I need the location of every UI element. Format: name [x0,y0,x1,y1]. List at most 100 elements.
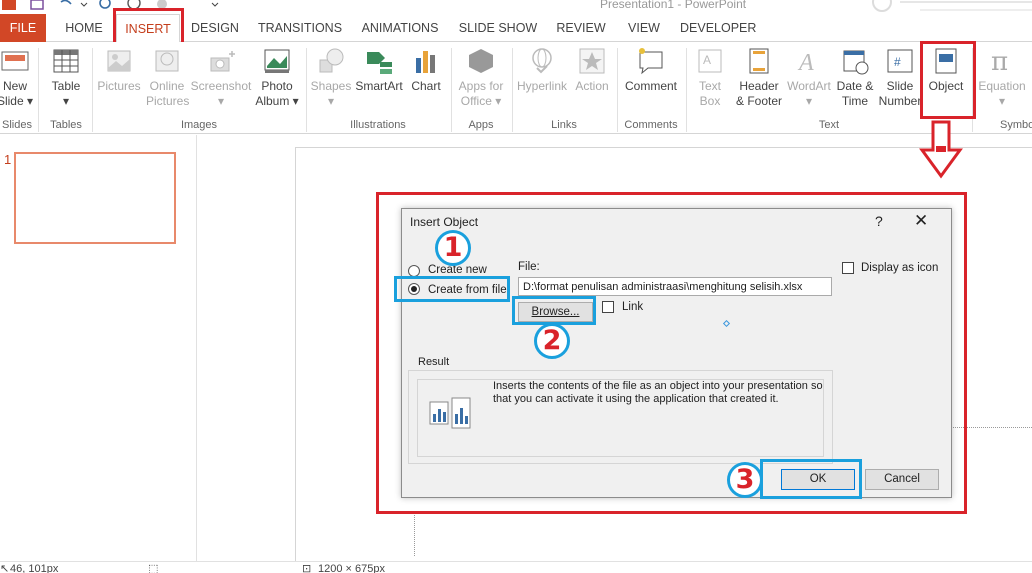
step-3-marker: 3 [727,462,763,498]
action-icon [579,48,605,74]
online-pictures-icon [155,50,179,72]
svg-text:#: # [894,55,901,69]
new-slide-button[interactable]: New Slide ▾ [0,46,34,109]
date-time-button[interactable]: Date & Time [834,46,876,109]
group-label-illustrations: Illustrations [350,119,406,131]
tab-developer[interactable]: DEVELOPER [680,14,756,42]
text-box-button[interactable]: A Text Box [692,46,728,109]
window-title: Presentation1 - PowerPoint [600,0,747,11]
powerpoint-logo-icon [2,0,16,10]
slide-number-icon: # [887,49,913,73]
table-icon [53,49,79,73]
tab-review[interactable]: REVIEW [554,14,608,42]
group-separator [306,48,307,132]
customize-qat-dropdown-icon[interactable] [210,0,220,10]
dialog-title: Insert Object [410,215,479,229]
svg-text:π: π [991,47,1008,76]
comment-button[interactable]: Comment [622,46,680,94]
tab-design[interactable]: DESIGN [190,14,240,42]
pictures-icon [107,50,131,72]
save-icon[interactable] [30,0,44,10]
tab-slide-show[interactable]: SLIDE SHOW [458,14,538,42]
action-button[interactable]: Action [572,46,612,94]
undo-dropdown-icon[interactable] [80,0,88,10]
tab-view[interactable]: VIEW [624,14,664,42]
group-label-images: Images [180,119,218,131]
undo-icon[interactable] [58,0,74,10]
screenshot-icon [210,51,235,72]
create-from-file-highlight [394,276,510,302]
chart-icon [416,51,435,73]
pictures-button[interactable]: Pictures [96,46,142,94]
decorative-circuit-icon [872,0,1032,12]
shapes-button[interactable]: Shapes ▾ [310,46,352,109]
create-new-label: Create new [428,264,487,276]
smartart-button[interactable]: SmartArt [354,46,404,94]
photo-album-button[interactable]: Photo Album ▾ [254,46,300,109]
placeholder-border [414,512,415,556]
tab-animations[interactable]: ANIMATIONS [358,14,442,42]
arrow-down-icon [919,120,963,179]
smartart-icon [367,52,392,74]
object-button-highlight [920,41,976,119]
powerpoint-window: Presentation1 - PowerPoint FILE HOME INS… [0,0,1032,573]
equation-button[interactable]: π Equation ▾ [976,46,1028,109]
wordart-icon: A [797,50,814,76]
group-label-links: Links [551,119,577,131]
redo-icon[interactable] [98,0,112,10]
slide-number-button[interactable]: # Slide Number [878,46,922,109]
text-box-icon: A [698,49,722,73]
slide-thumbnail[interactable] [14,152,176,244]
svg-text:A: A [703,53,711,67]
group-separator [92,48,93,132]
hyperlink-button[interactable]: Hyperlink [514,46,570,94]
svg-text:A: A [797,50,814,76]
step-2-marker: 2 [534,323,570,359]
apps-for-office-icon [469,49,493,73]
slide-thumbnail-number: 1 [4,152,12,167]
wordart-button[interactable]: A WordArt ▾ [786,46,832,109]
result-title: Result [416,356,452,368]
display-as-icon-checkbox[interactable] [842,262,854,274]
group-label-tables: Tables [50,119,82,131]
chart-button[interactable]: Chart [406,46,446,94]
cursor-position-icon: ↖ [0,563,10,573]
table-button[interactable]: Table ▾ [46,46,86,109]
link-checkbox[interactable] [602,301,614,313]
result-description: Inserts the contents of the file as an o… [493,380,823,405]
group-separator [686,48,687,132]
size-icon: ⊡ [302,563,312,573]
selection-icon: ⬚ [148,563,159,573]
cancel-button[interactable]: Cancel [865,469,939,490]
help-button[interactable]: ? [875,213,883,229]
cursor-position: 46, 101px [10,563,59,573]
display-as-icon-label: Display as icon [861,262,939,274]
tab-transitions[interactable]: TRANSITIONS [258,14,342,42]
apps-for-office-button[interactable]: Apps for Office ▾ [454,46,508,109]
shapes-icon [319,48,344,73]
embedded-object-icon [429,397,471,429]
group-separator [38,48,39,132]
date-time-icon [843,50,869,75]
browse-button-highlight [512,296,596,325]
step-1-marker: 1 [435,230,471,266]
online-pictures-button[interactable]: Online Pictures [146,46,189,109]
insert-object-dialog: Insert Object ? ✕ Create new Create from… [401,208,952,498]
close-button[interactable]: ✕ [914,211,928,231]
group-label-symbols: Symbo [1000,119,1032,131]
comment-icon [639,48,663,75]
group-label-comments: Comments [624,119,678,131]
status-bar: ↖ 46, 101px ⬚ ⊡ 1200 × 675px [0,561,1032,573]
file-path-input[interactable]: D:\format penulisan administraasi\menghi… [518,277,832,296]
file-label: File: [518,261,540,273]
header-footer-button[interactable]: Header & Footer [732,46,786,109]
tab-file[interactable]: FILE [0,14,46,42]
header-footer-icon [749,48,769,74]
new-slide-icon [1,51,29,71]
group-separator [512,48,513,132]
insert-tab-highlight [113,8,184,46]
screenshot-button[interactable]: Screenshot ▾ [190,46,252,109]
hyperlink-icon [532,48,552,74]
tab-home[interactable]: HOME [60,14,108,42]
ribbon-insert: New Slide ▾ Table ▾ Pictures Online Picture… [0,42,1032,134]
